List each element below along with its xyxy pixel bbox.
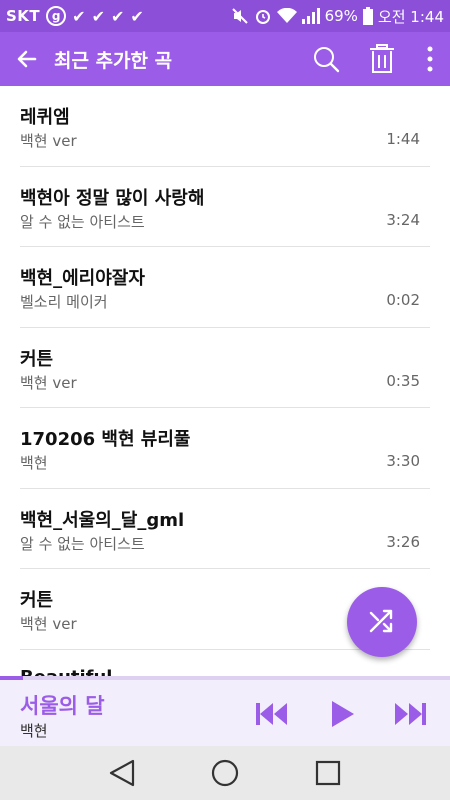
back-arrow-icon <box>17 50 37 68</box>
next-button[interactable] <box>390 694 430 734</box>
nav-back-button[interactable] <box>97 748 147 798</box>
song-artist: 백현 <box>20 454 48 472</box>
play-button[interactable] <box>322 694 362 734</box>
song-artist: 백현 ver <box>20 615 77 633</box>
carrier-label: SKT <box>6 7 41 25</box>
now-playing-title: 서울의 달 <box>20 694 105 718</box>
now-playing-artist: 백현 <box>20 722 48 740</box>
search-button[interactable] <box>298 32 354 86</box>
song-artist: 백현 ver <box>20 373 77 392</box>
nav-recents-button[interactable] <box>303 748 353 798</box>
navigation-bar <box>0 746 450 800</box>
status-bar: SKT g ✔ ✔ ✔ ✔ 69% 오전 1:44 <box>0 0 450 32</box>
check-icon: ✔ <box>91 6 105 26</box>
song-row[interactable]: 커튼 백현 ver 0:35 <box>20 328 430 408</box>
check-icon: ✔ <box>72 6 86 26</box>
song-artist: 알 수 없는 아티스트 <box>20 212 145 231</box>
song-row[interactable]: 백현_에리야잘자 벨소리 메이커 0:02 <box>20 247 430 328</box>
song-artist: 벨소리 메이커 <box>20 293 108 311</box>
song-duration: 3:30 <box>386 452 420 470</box>
alarm-icon <box>254 7 272 25</box>
trash-icon <box>370 44 394 73</box>
signal-icon <box>301 8 320 24</box>
previous-button[interactable] <box>252 694 292 734</box>
nav-recents-icon <box>316 760 341 786</box>
more-options-button[interactable] <box>410 32 450 86</box>
nav-back-icon <box>109 759 134 787</box>
song-title: 레퀴엠 <box>20 107 70 128</box>
more-vert-icon <box>427 46 433 72</box>
song-duration: 1:44 <box>386 130 420 148</box>
battery-percent: 69% <box>324 7 358 25</box>
song-duration: 3:26 <box>386 532 420 551</box>
song-row[interactable]: 레퀴엠 백현 ver 1:44 <box>20 86 430 167</box>
check-icon: ✔ <box>110 6 125 26</box>
nav-home-icon <box>211 759 239 787</box>
skip-previous-icon <box>256 703 287 725</box>
song-artist: 알 수 없는 아티스트 <box>20 534 145 553</box>
delete-button[interactable] <box>354 32 410 86</box>
g-badge-icon: g <box>46 6 67 26</box>
check-icon: ✔ <box>130 6 144 26</box>
song-row[interactable]: 170206 백현 뷰리풀 백현 3:30 <box>20 408 430 489</box>
song-title: 커튼 <box>20 590 54 611</box>
app-bar: 최근 추가한 곡 <box>0 32 450 86</box>
battery-icon <box>362 7 373 25</box>
wifi-icon <box>276 8 297 24</box>
song-row[interactable]: 백현_서울의_달_gml 알 수 없는 아티스트 3:26 <box>20 489 430 569</box>
skip-next-icon <box>395 703 426 725</box>
shuffle-icon <box>369 609 393 633</box>
search-icon <box>314 47 340 73</box>
song-title: 백현_서울의_달_gml <box>20 509 185 531</box>
play-icon <box>332 701 354 727</box>
now-playing-bar[interactable]: 서울의 달 백현 <box>0 680 450 746</box>
song-artist: 백현 ver <box>20 132 77 150</box>
song-title: 백현_에리야잘자 <box>20 268 145 289</box>
nav-home-button[interactable] <box>200 748 250 798</box>
mute-icon <box>231 7 249 25</box>
song-title: 커튼 <box>20 348 54 370</box>
song-row[interactable]: 백현아 정말 많이 사랑해 알 수 없는 아티스트 3:24 <box>20 167 430 247</box>
song-title: 170206 백현 뷰리풀 <box>20 429 191 450</box>
clock: 오전 1:44 <box>377 7 444 26</box>
song-duration: 0:35 <box>386 371 420 390</box>
song-title: 백현아 정말 많이 사랑해 <box>20 187 205 209</box>
back-button[interactable] <box>0 32 54 86</box>
shuffle-button[interactable] <box>347 587 417 657</box>
song-title: Beautiful <box>20 667 112 677</box>
song-duration: 0:02 <box>386 291 420 309</box>
song-duration: 3:24 <box>386 210 420 229</box>
page-title: 최근 추가한 곡 <box>54 49 173 72</box>
